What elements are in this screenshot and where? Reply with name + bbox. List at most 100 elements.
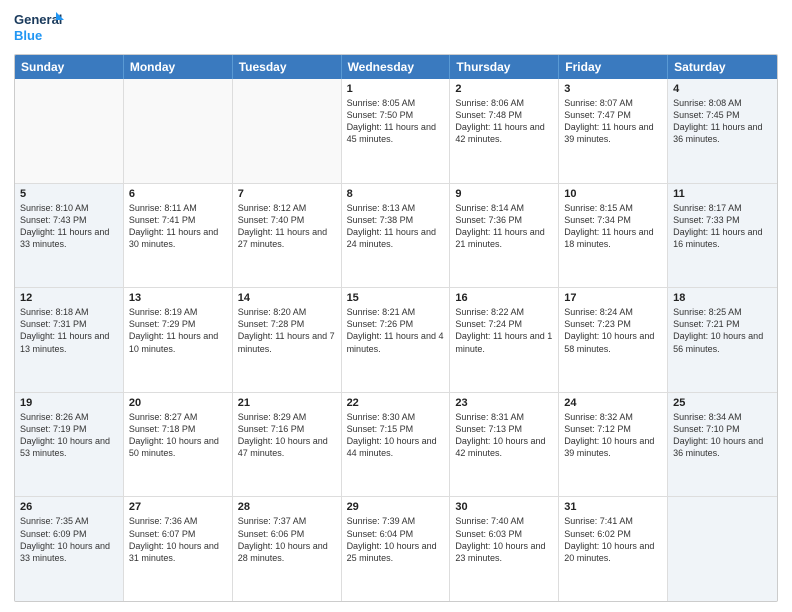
day-number: 15 (347, 292, 445, 304)
day-cell-18: 18 Sunrise: 8:25 AM Sunset: 7:21 PM Dayli… (668, 288, 777, 392)
day-number: 22 (347, 397, 445, 409)
day-number: 9 (455, 188, 553, 200)
calendar-row-4: 26 Sunrise: 7:35 AM Sunset: 6:09 PM Dayli… (15, 496, 777, 601)
day-number: 11 (673, 188, 772, 200)
day-cell-27: 27 Sunrise: 7:36 AM Sunset: 6:07 PM Dayli… (124, 497, 233, 601)
day-number: 7 (238, 188, 336, 200)
cell-text: Sunrise: 8:18 AM Sunset: 7:31 PM Dayligh… (20, 306, 118, 355)
day-cell-22: 22Sunrise: 8:30 AM Sunset: 7:15 PM Dayli… (342, 393, 451, 497)
cell-text: Sunrise: 7:41 AM Sunset: 6:02 PM Dayligh… (564, 515, 662, 564)
day-cell-7: 7 Sunrise: 8:12 AM Sunset: 7:40 PM Daylig… (233, 184, 342, 288)
day-cell-30: 30 Sunrise: 7:40 AM Sunset: 6:03 PM Dayli… (450, 497, 559, 601)
header-day-saturday: Saturday (668, 55, 777, 79)
cell-text: Sunrise: 8:31 AM Sunset: 7:13 PM Dayligh… (455, 411, 553, 460)
day-number: 26 (20, 501, 118, 513)
cell-text: Sunrise: 8:19 AM Sunset: 7:29 PM Dayligh… (129, 306, 227, 355)
day-cell-19: 19Sunrise: 8:26 AM Sunset: 7:19 PM Dayli… (15, 393, 124, 497)
day-cell-23: 23 Sunrise: 8:31 AM Sunset: 7:13 PM Dayli… (450, 393, 559, 497)
cell-text: Sunrise: 8:06 AM Sunset: 7:48 PM Dayligh… (455, 97, 553, 146)
svg-text:Blue: Blue (14, 28, 42, 43)
day-cell-20: 20Sunrise: 8:27 AM Sunset: 7:18 PM Dayli… (124, 393, 233, 497)
cell-text: Sunrise: 8:21 AM Sunset: 7:26 PM Dayligh… (347, 306, 445, 355)
day-number: 14 (238, 292, 336, 304)
day-number: 24 (564, 397, 662, 409)
day-number: 27 (129, 501, 227, 513)
day-number: 5 (20, 188, 118, 200)
day-number: 20 (129, 397, 227, 409)
logo: General Blue (14, 10, 64, 46)
calendar-row-3: 19Sunrise: 8:26 AM Sunset: 7:19 PM Dayli… (15, 392, 777, 497)
day-number: 23 (455, 397, 553, 409)
cell-text: Sunrise: 8:08 AM Sunset: 7:45 PM Dayligh… (673, 97, 772, 146)
day-number: 10 (564, 188, 662, 200)
empty-cell (15, 79, 124, 183)
svg-text:General: General (14, 12, 62, 27)
cell-text: Sunrise: 7:40 AM Sunset: 6:03 PM Dayligh… (455, 515, 553, 564)
header-day-sunday: Sunday (15, 55, 124, 79)
logo-svg: General Blue (14, 10, 64, 46)
day-cell-29: 29 Sunrise: 7:39 AM Sunset: 6:04 PM Dayli… (342, 497, 451, 601)
cell-text: Sunrise: 8:29 AM Sunset: 7:16 PM Dayligh… (238, 411, 336, 460)
day-cell-14: 14Sunrise: 8:20 AM Sunset: 7:28 PM Dayli… (233, 288, 342, 392)
page: General Blue SundayMondayTuesdayWednesda… (0, 0, 792, 612)
header-day-friday: Friday (559, 55, 668, 79)
day-cell-17: 17 Sunrise: 8:24 AM Sunset: 7:23 PM Dayli… (559, 288, 668, 392)
day-cell-3: 3 Sunrise: 8:07 AM Sunset: 7:47 PM Daylig… (559, 79, 668, 183)
calendar-row-0: 1Sunrise: 8:05 AM Sunset: 7:50 PM Daylig… (15, 79, 777, 183)
cell-text: Sunrise: 8:26 AM Sunset: 7:19 PM Dayligh… (20, 411, 118, 460)
cell-text: Sunrise: 8:22 AM Sunset: 7:24 PM Dayligh… (455, 306, 553, 355)
cell-text: Sunrise: 8:17 AM Sunset: 7:33 PM Dayligh… (673, 202, 772, 251)
cell-text: Sunrise: 8:05 AM Sunset: 7:50 PM Dayligh… (347, 97, 445, 146)
day-number: 6 (129, 188, 227, 200)
day-cell-6: 6 Sunrise: 8:11 AM Sunset: 7:41 PM Daylig… (124, 184, 233, 288)
day-number: 17 (564, 292, 662, 304)
day-number: 2 (455, 83, 553, 95)
cell-text: Sunrise: 8:07 AM Sunset: 7:47 PM Dayligh… (564, 97, 662, 146)
day-cell-31: 31Sunrise: 7:41 AM Sunset: 6:02 PM Dayli… (559, 497, 668, 601)
day-cell-11: 11 Sunrise: 8:17 AM Sunset: 7:33 PM Dayli… (668, 184, 777, 288)
calendar-header: SundayMondayTuesdayWednesdayThursdayFrid… (15, 55, 777, 79)
day-cell-15: 15 Sunrise: 8:21 AM Sunset: 7:26 PM Dayli… (342, 288, 451, 392)
day-number: 4 (673, 83, 772, 95)
day-number: 30 (455, 501, 553, 513)
day-cell-25: 25 Sunrise: 8:34 AM Sunset: 7:10 PM Dayli… (668, 393, 777, 497)
day-cell-10: 10 Sunrise: 8:15 AM Sunset: 7:34 PM Dayli… (559, 184, 668, 288)
cell-text: Sunrise: 8:11 AM Sunset: 7:41 PM Dayligh… (129, 202, 227, 251)
header-day-monday: Monday (124, 55, 233, 79)
day-number: 16 (455, 292, 553, 304)
day-cell-4: 4 Sunrise: 8:08 AM Sunset: 7:45 PM Daylig… (668, 79, 777, 183)
day-cell-8: 8 Sunrise: 8:13 AM Sunset: 7:38 PM Daylig… (342, 184, 451, 288)
cell-text: Sunrise: 8:15 AM Sunset: 7:34 PM Dayligh… (564, 202, 662, 251)
cell-text: Sunrise: 7:36 AM Sunset: 6:07 PM Dayligh… (129, 515, 227, 564)
calendar-body: 1Sunrise: 8:05 AM Sunset: 7:50 PM Daylig… (15, 79, 777, 601)
cell-text: Sunrise: 8:34 AM Sunset: 7:10 PM Dayligh… (673, 411, 772, 460)
day-cell-12: 12 Sunrise: 8:18 AM Sunset: 7:31 PM Dayli… (15, 288, 124, 392)
day-number: 8 (347, 188, 445, 200)
cell-text: Sunrise: 8:12 AM Sunset: 7:40 PM Dayligh… (238, 202, 336, 251)
header-day-wednesday: Wednesday (342, 55, 451, 79)
cell-text: Sunrise: 8:25 AM Sunset: 7:21 PM Dayligh… (673, 306, 772, 355)
cell-text: Sunrise: 8:13 AM Sunset: 7:38 PM Dayligh… (347, 202, 445, 251)
calendar-row-1: 5 Sunrise: 8:10 AM Sunset: 7:43 PM Daylig… (15, 183, 777, 288)
cell-text: Sunrise: 7:35 AM Sunset: 6:09 PM Dayligh… (20, 515, 118, 564)
cell-text: Sunrise: 8:10 AM Sunset: 7:43 PM Dayligh… (20, 202, 118, 251)
day-number: 18 (673, 292, 772, 304)
day-number: 29 (347, 501, 445, 513)
empty-cell (233, 79, 342, 183)
calendar: SundayMondayTuesdayWednesdayThursdayFrid… (14, 54, 778, 602)
day-number: 3 (564, 83, 662, 95)
day-cell-21: 21Sunrise: 8:29 AM Sunset: 7:16 PM Dayli… (233, 393, 342, 497)
day-cell-9: 9Sunrise: 8:14 AM Sunset: 7:36 PM Daylig… (450, 184, 559, 288)
day-cell-26: 26 Sunrise: 7:35 AM Sunset: 6:09 PM Dayli… (15, 497, 124, 601)
day-number: 12 (20, 292, 118, 304)
day-cell-24: 24 Sunrise: 8:32 AM Sunset: 7:12 PM Dayli… (559, 393, 668, 497)
cell-text: Sunrise: 8:32 AM Sunset: 7:12 PM Dayligh… (564, 411, 662, 460)
day-number: 25 (673, 397, 772, 409)
cell-text: Sunrise: 8:24 AM Sunset: 7:23 PM Dayligh… (564, 306, 662, 355)
calendar-row-2: 12 Sunrise: 8:18 AM Sunset: 7:31 PM Dayli… (15, 287, 777, 392)
day-cell-1: 1Sunrise: 8:05 AM Sunset: 7:50 PM Daylig… (342, 79, 451, 183)
day-number: 28 (238, 501, 336, 513)
cell-text: Sunrise: 7:39 AM Sunset: 6:04 PM Dayligh… (347, 515, 445, 564)
day-cell-2: 2 Sunrise: 8:06 AM Sunset: 7:48 PM Daylig… (450, 79, 559, 183)
cell-text: Sunrise: 7:37 AM Sunset: 6:06 PM Dayligh… (238, 515, 336, 564)
